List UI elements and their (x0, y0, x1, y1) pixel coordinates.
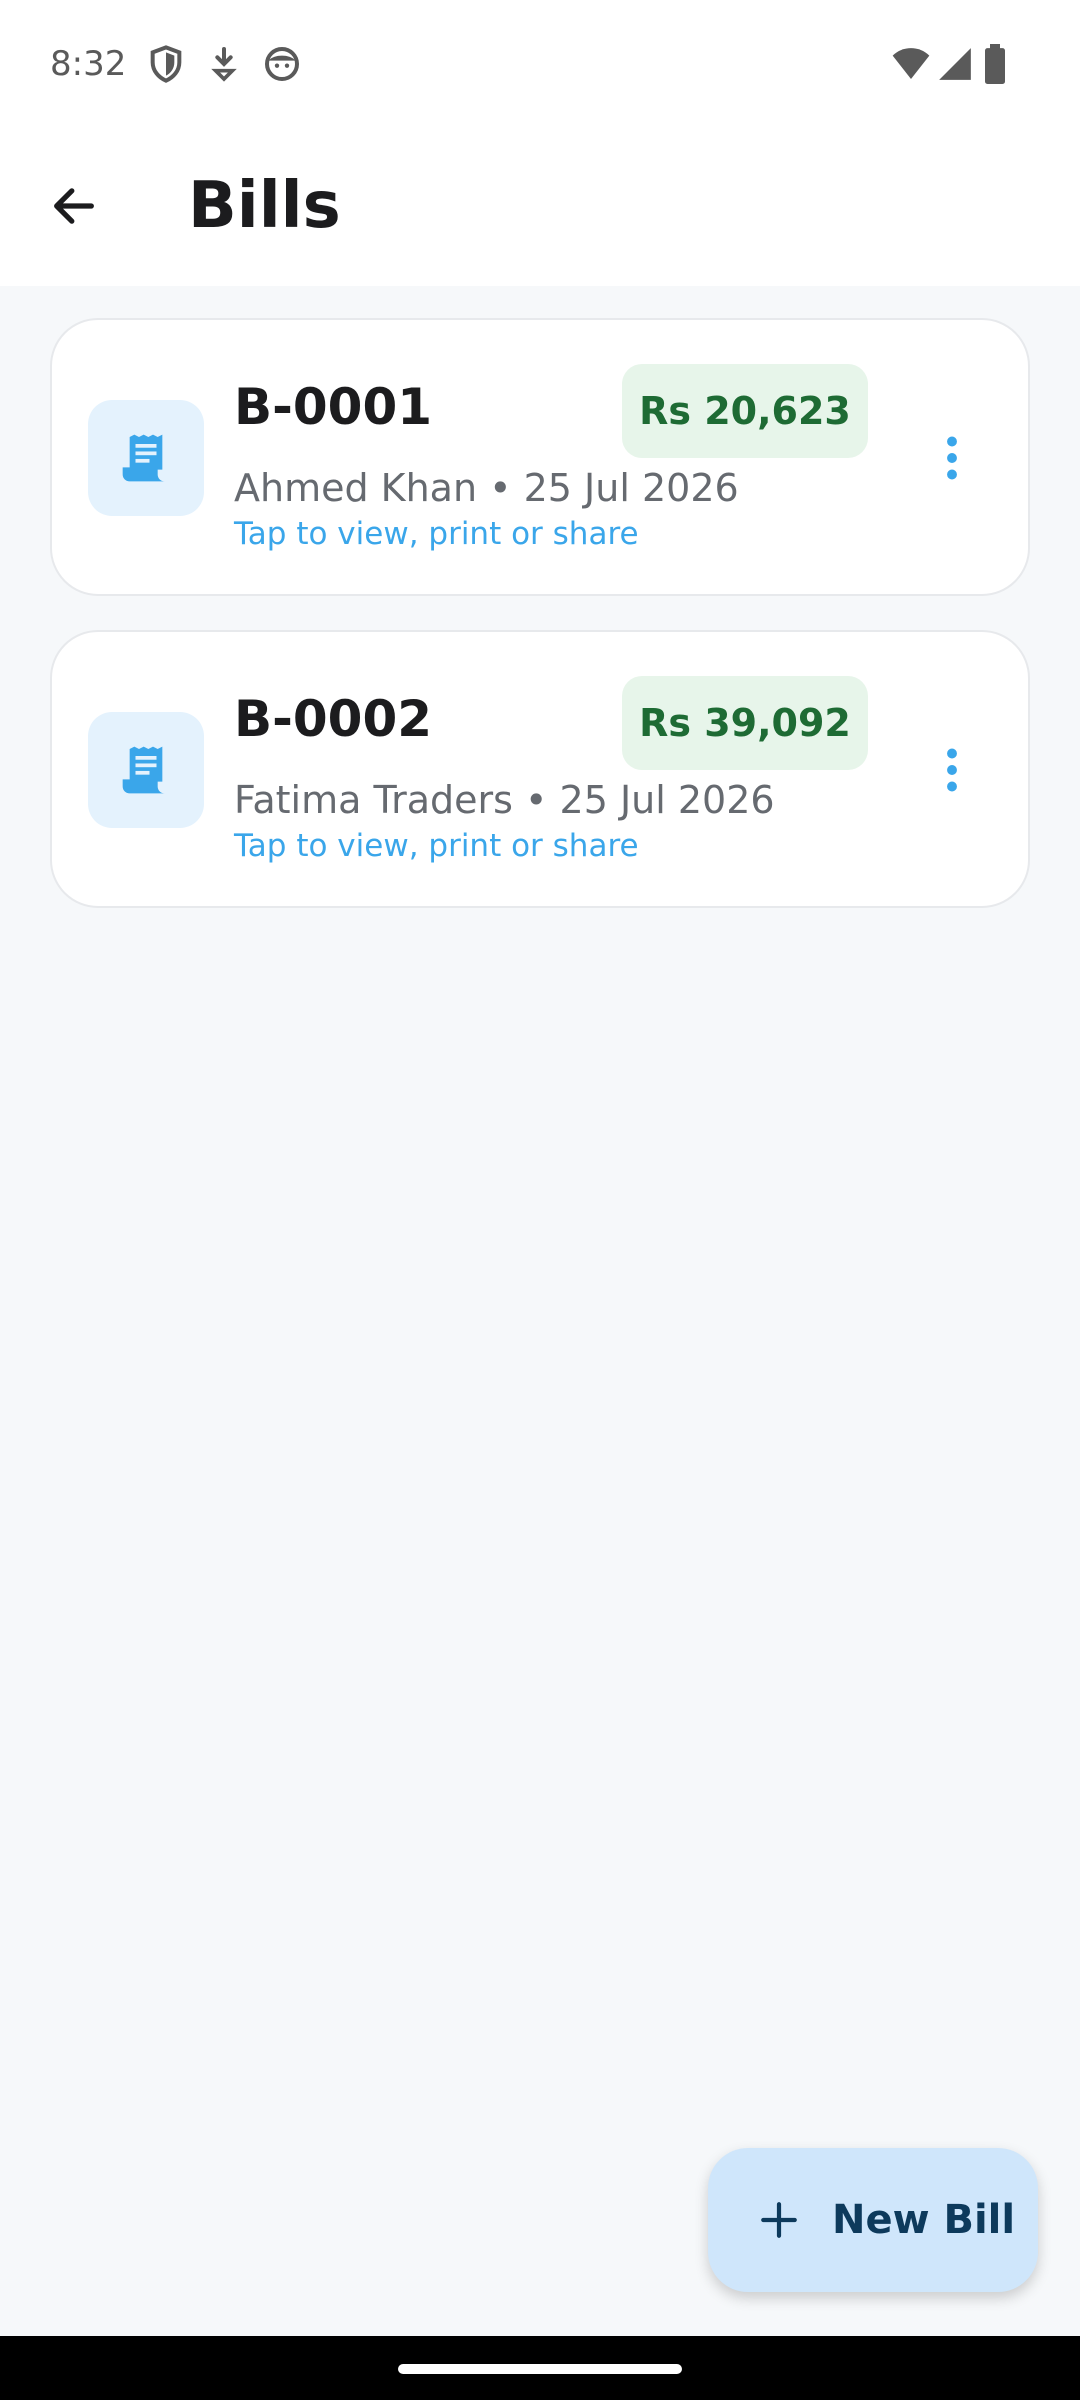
bill-meta: Fatima Traders • 25 Jul 2026 (234, 778, 775, 822)
signal-icon (936, 44, 974, 84)
more-options-button[interactable] (922, 420, 982, 496)
wifi-icon (890, 44, 932, 84)
more-vert-icon (947, 748, 957, 792)
bill-meta: Ahmed Khan • 25 Jul 2026 (234, 466, 739, 510)
receipt-icon (122, 746, 165, 794)
battery-icon (980, 44, 1010, 84)
shield-icon (146, 44, 186, 84)
bill-number: B-0002 (234, 690, 433, 748)
home-indicator[interactable] (398, 2364, 682, 2374)
status-time: 8:32 (50, 44, 127, 84)
amount-badge: Rs 20,623 (622, 364, 868, 458)
bill-number: B-0001 (234, 378, 433, 436)
download-icon (204, 44, 244, 84)
more-options-button[interactable] (922, 732, 982, 808)
amount-badge: Rs 39,092 (622, 676, 868, 770)
plus-icon (756, 2197, 802, 2243)
page-title: Bills (188, 169, 341, 243)
receipt-icon (122, 434, 165, 482)
status-bar: 8:32 (0, 0, 1080, 130)
bill-card[interactable]: B-0002 Rs 39,092 Fatima Traders • 25 Jul… (50, 630, 1030, 908)
more-vert-icon (947, 436, 957, 480)
bill-list: B-0001 Rs 20,623 Ahmed Khan • 25 Jul 202… (50, 318, 1030, 942)
system-nav-bar (0, 2336, 1080, 2400)
bill-hint: Tap to view, print or share (234, 516, 639, 552)
bill-icon-box (88, 712, 204, 828)
arrow-left-icon (54, 188, 94, 224)
app-bar: Bills (0, 130, 1080, 286)
back-button[interactable] (36, 168, 112, 244)
new-bill-label: New Bill (832, 2197, 1016, 2243)
bill-card[interactable]: B-0001 Rs 20,623 Ahmed Khan • 25 Jul 202… (50, 318, 1030, 596)
face-icon (262, 44, 302, 84)
bill-hint: Tap to view, print or share (234, 828, 639, 864)
bill-icon-box (88, 400, 204, 516)
new-bill-button[interactable]: New Bill (708, 2148, 1038, 2292)
